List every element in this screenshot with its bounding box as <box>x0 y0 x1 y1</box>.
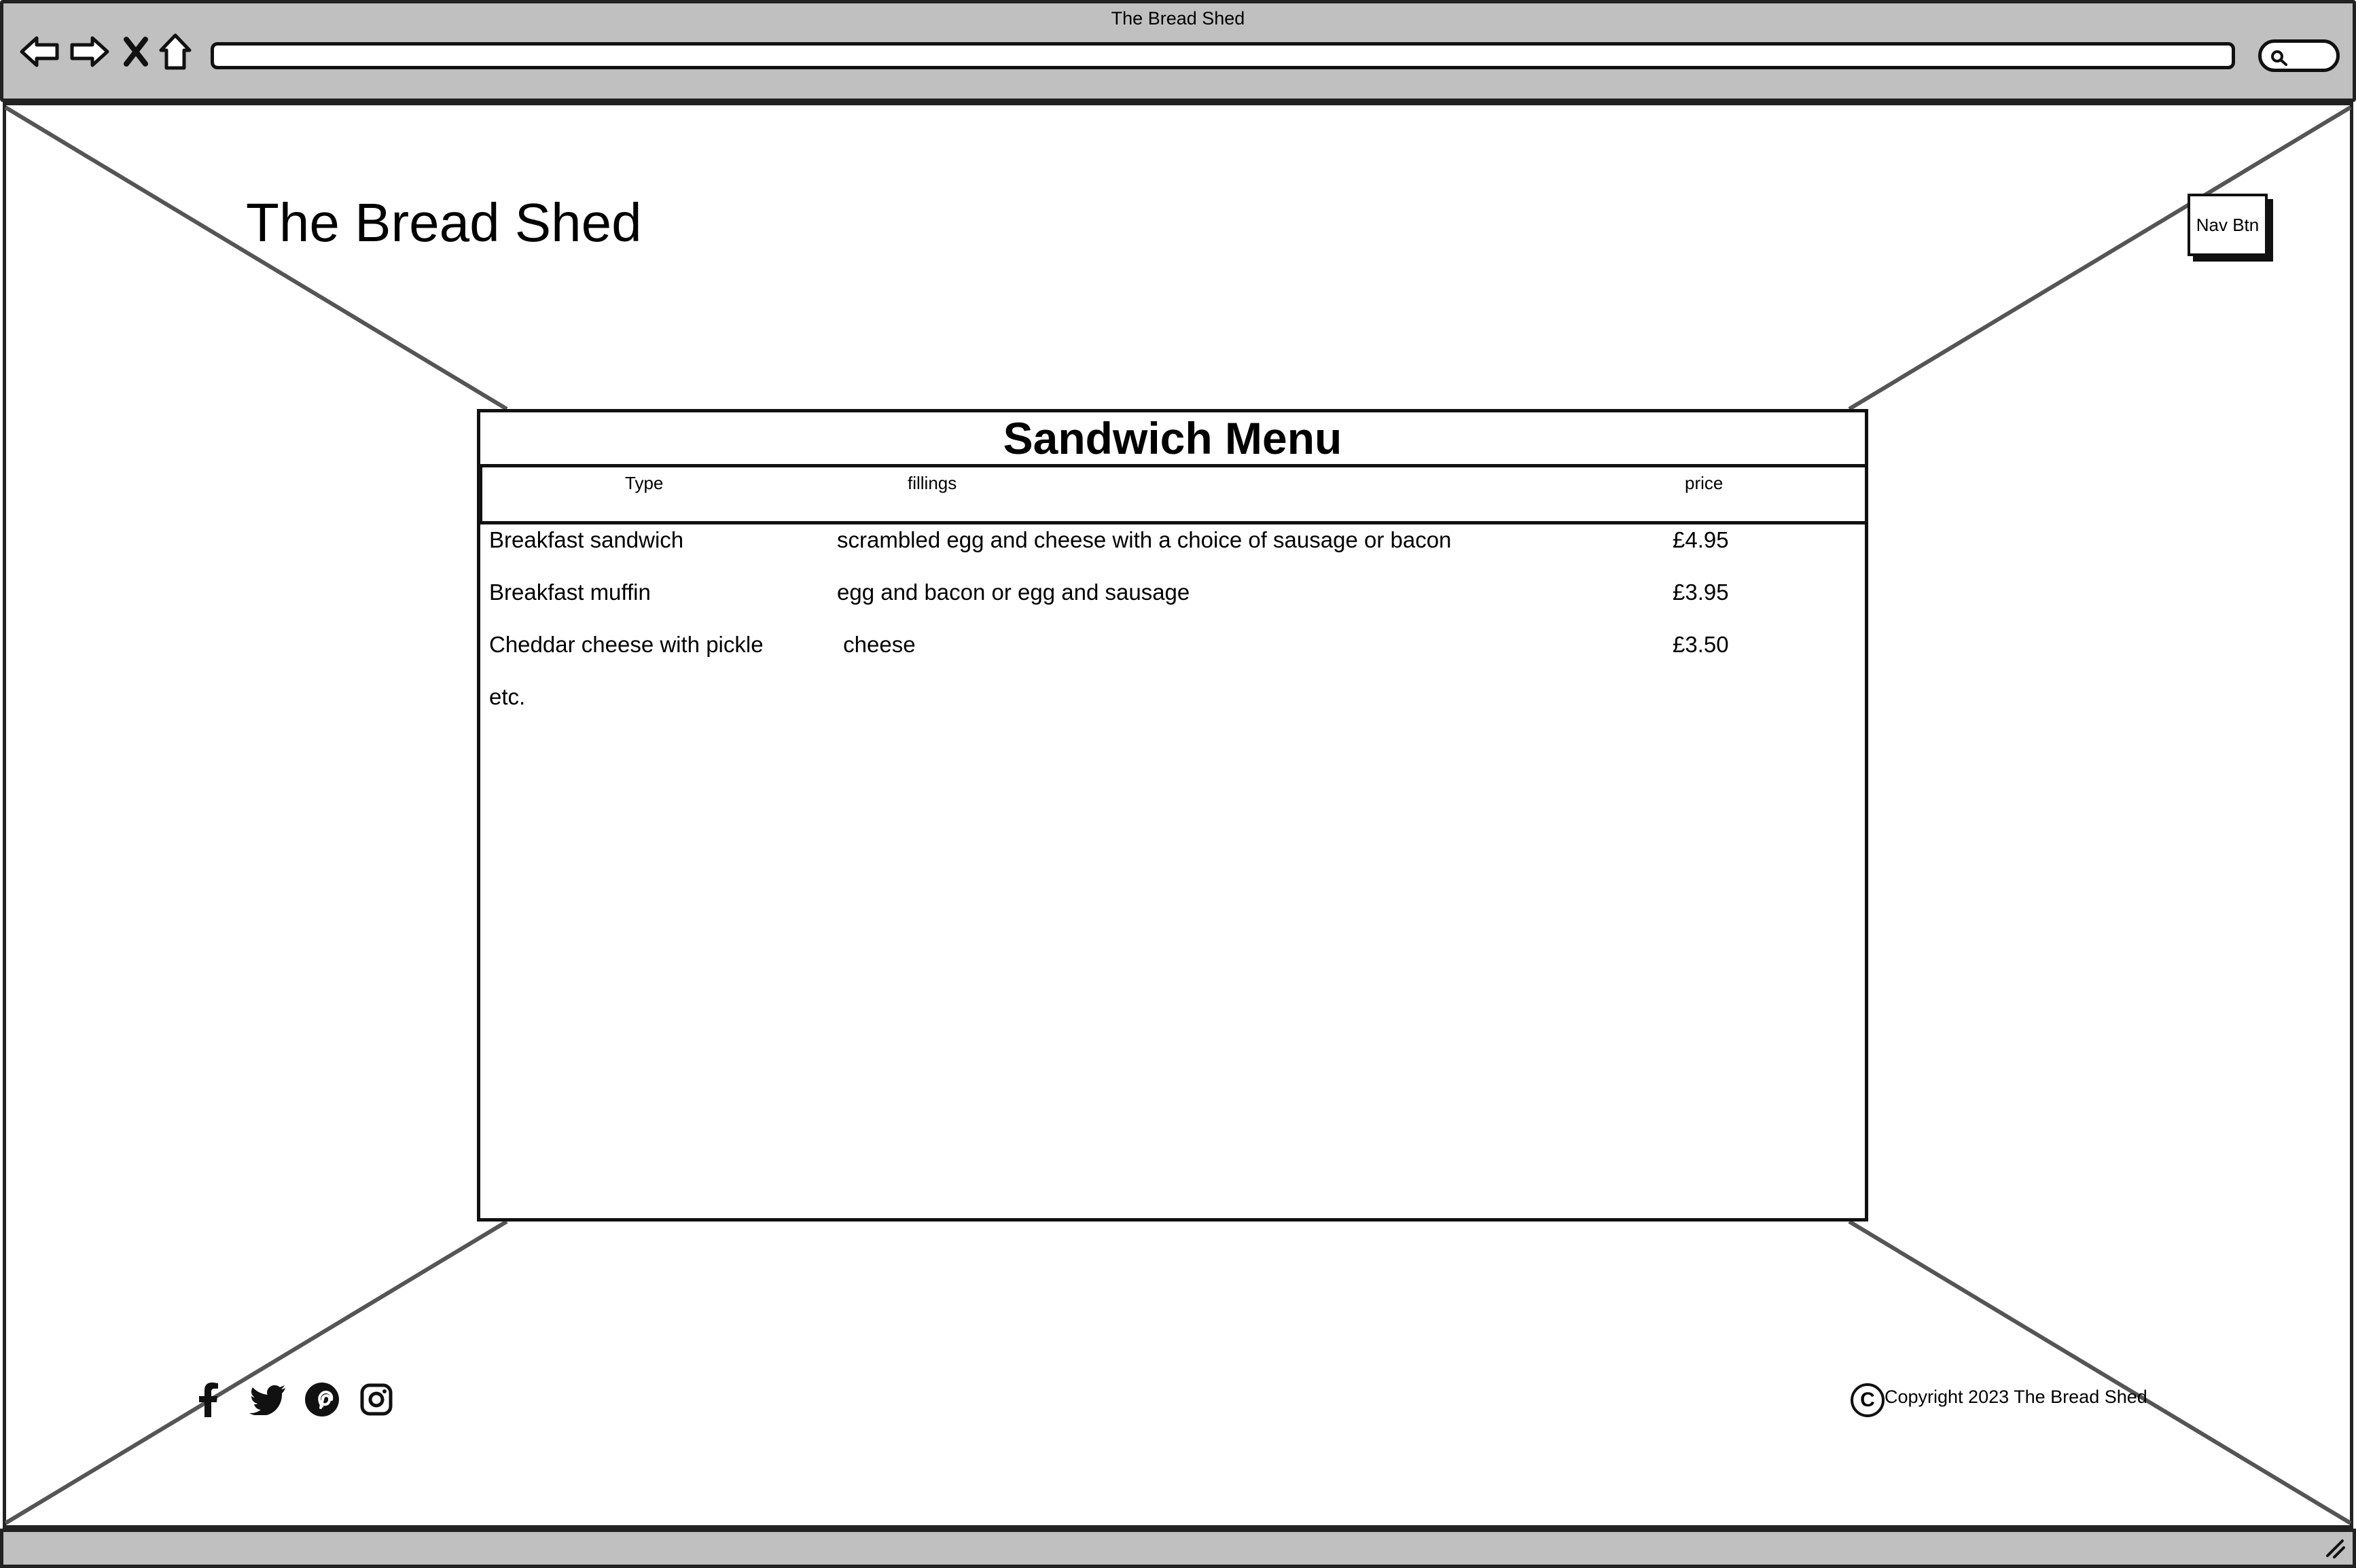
menu-title: Sandwich Menu <box>1003 413 1342 463</box>
back-arrow-icon[interactable] <box>18 27 61 76</box>
twitter-icon[interactable] <box>247 1379 288 1420</box>
copyright-icon: C <box>1851 1383 1885 1417</box>
row-1-price: £4.95 <box>1673 527 1729 552</box>
instagram-icon[interactable] <box>356 1379 397 1420</box>
facebook-icon[interactable] <box>188 1379 228 1420</box>
row-3-price: £3.50 <box>1673 632 1729 657</box>
row-3-fillings: cheese <box>837 632 916 657</box>
nav-button[interactable]: Nav Btn <box>2188 194 2268 256</box>
column-header-type: Type <box>625 473 664 493</box>
row-2-type: Breakfast muffin <box>489 580 651 605</box>
column-header-fillings: fillings <box>908 473 957 493</box>
copyright-text: Copyright 2023 The Bread Shed <box>1885 1387 2147 1407</box>
table-header-row <box>480 467 1868 524</box>
row-2-fillings: egg and bacon or egg and sausage <box>837 580 1190 605</box>
row-1-type: Breakfast sandwich <box>489 527 684 552</box>
row-3-type: Cheddar cheese with pickle <box>489 632 764 657</box>
resize-grip-icon[interactable] <box>2323 1537 2346 1560</box>
pinterest-icon[interactable] <box>302 1379 342 1420</box>
row-4-type: etc. <box>489 684 526 709</box>
search-icon <box>2270 49 2289 70</box>
site-logo[interactable]: The Bread Shed <box>246 189 642 257</box>
forward-arrow-icon[interactable] <box>68 27 111 76</box>
row-2-price: £3.95 <box>1673 580 1729 605</box>
address-bar[interactable] <box>211 42 2235 69</box>
row-1-fillings: scrambled egg and cheese with a choice o… <box>837 527 1452 552</box>
close-x-icon[interactable] <box>115 27 156 76</box>
browser-search-box[interactable] <box>2258 39 2340 72</box>
home-icon[interactable] <box>155 27 196 76</box>
window-title: The Bread Shed <box>1111 8 1245 29</box>
browser-status-bar <box>0 1529 2356 1568</box>
column-header-price: price <box>1685 473 1724 493</box>
